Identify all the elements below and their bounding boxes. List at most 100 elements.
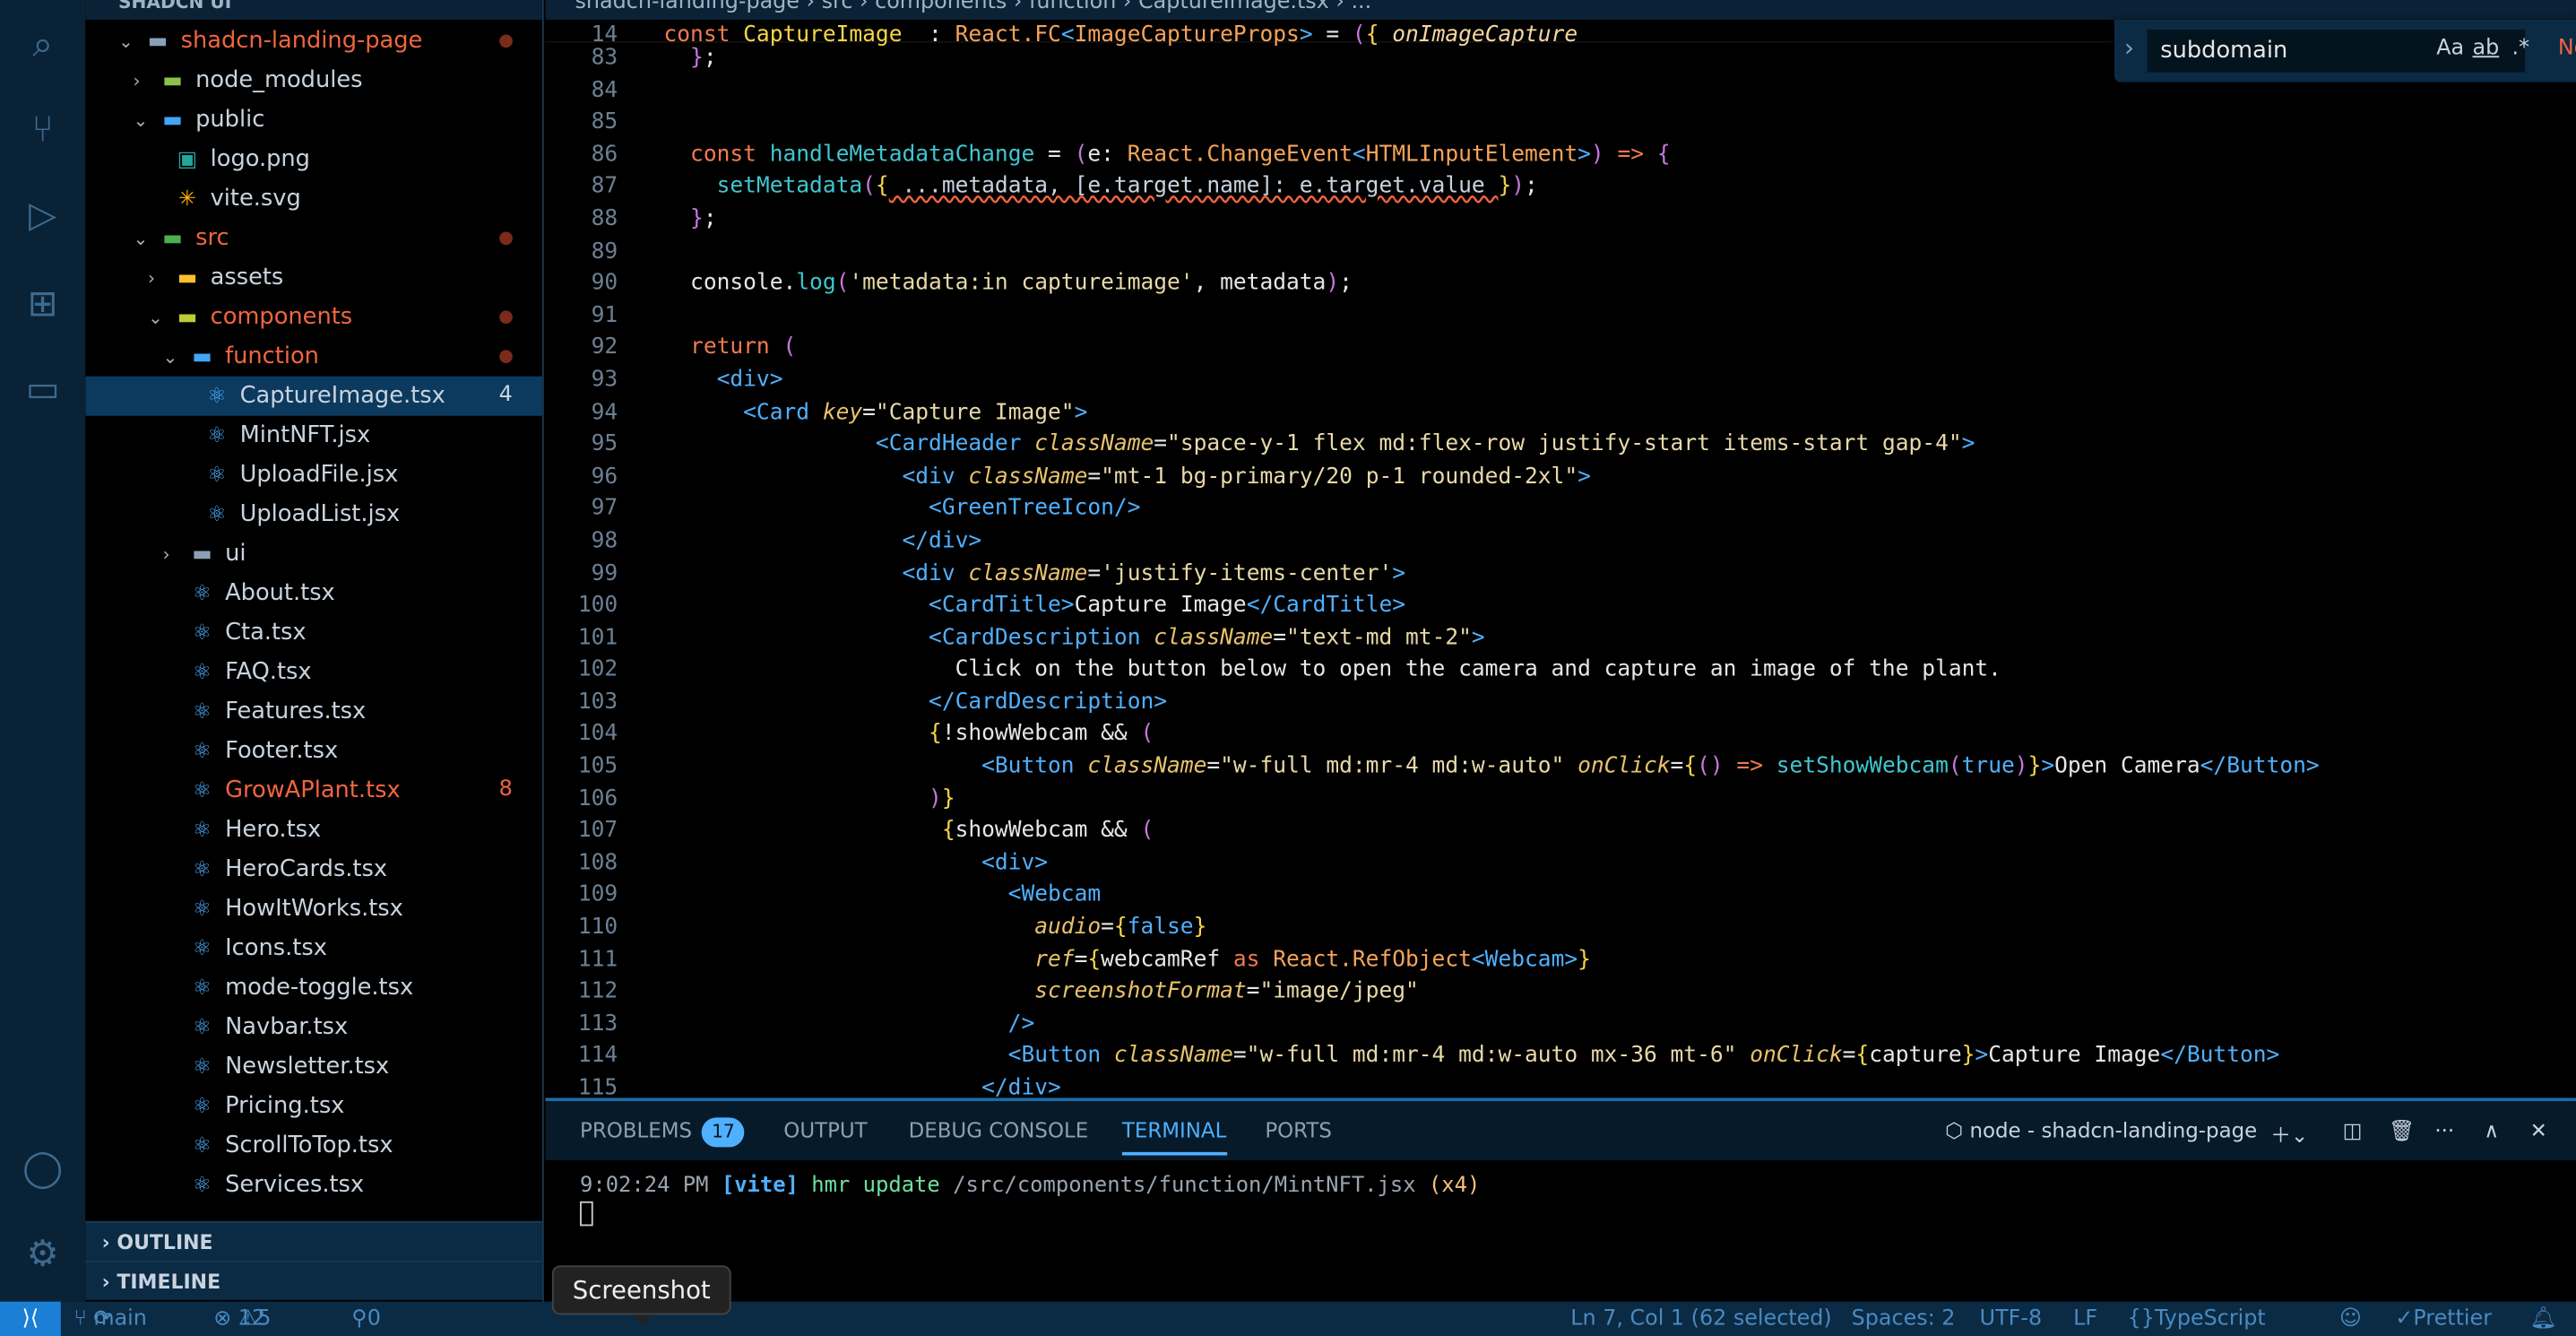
- gear-icon[interactable]: ⚙: [20, 1233, 65, 1279]
- language-mode[interactable]: {} TypeScript JSX: [2128, 1302, 2266, 1336]
- problems-indicator[interactable]: ⊗ 12 ⚠ 5: [213, 1302, 271, 1336]
- branch-indicator[interactable]: ⑂ main ⟳: [73, 1302, 146, 1336]
- remote-icon[interactable]: ⟩⟨: [0, 1301, 61, 1336]
- code-line[interactable]: 93 <div>: [546, 365, 2337, 397]
- tree-item[interactable]: ⚛ UploadList.jsx: [85, 495, 542, 534]
- tab-terminal[interactable]: TERMINAL: [1121, 1117, 1227, 1156]
- tree-item[interactable]: ⚛ Cta.tsx: [85, 613, 542, 653]
- close-panel-icon[interactable]: ✕: [2530, 1117, 2547, 1141]
- tree-item[interactable]: ⚛ HeroCards.tsx: [85, 850, 542, 889]
- tree-item[interactable]: › ▬ ui: [85, 534, 542, 574]
- encoding[interactable]: UTF-8: [1980, 1302, 2042, 1336]
- code-line[interactable]: 100 <CardTitle>Capture Image</CardTitle>: [546, 590, 2337, 622]
- code-line[interactable]: 107 {showWebcam && (: [546, 816, 2337, 848]
- code-line[interactable]: 112 screenshotFormat="image/jpeg": [546, 976, 2337, 1009]
- tree-item[interactable]: ⚛ HowItWorks.tsx: [85, 889, 542, 929]
- whole-word-button[interactable]: ab: [2473, 36, 2500, 60]
- indentation[interactable]: Spaces: 2: [1852, 1302, 1956, 1336]
- code-line[interactable]: 102 Click on the button below to open th…: [546, 655, 2337, 687]
- code-line[interactable]: 113 />: [546, 1009, 2337, 1041]
- code-line[interactable]: 99 <div className='justify-items-center'…: [546, 558, 2337, 590]
- tree-item[interactable]: ⚛ Icons.tsx: [85, 929, 542, 968]
- breadcrumb[interactable]: shadcn-landing-page › src › components ›…: [545, 0, 2576, 20]
- tree-item[interactable]: ⚛ FAQ.tsx: [85, 653, 542, 692]
- toggle-replace-icon[interactable]: ›: [2124, 33, 2134, 63]
- code-line[interactable]: 91: [546, 300, 2337, 333]
- regex-button[interactable]: .*: [2512, 36, 2530, 60]
- tab-debug-console[interactable]: DEBUG CONSOLE: [909, 1117, 1089, 1141]
- sticky-scroll-line[interactable]: 14 const CaptureImage : React.FC<ImageCap…: [545, 19, 2337, 48]
- code-line[interactable]: 106 )}: [546, 784, 2337, 816]
- code-editor[interactable]: shadcn-landing-page › src › components ›…: [545, 0, 2576, 1098]
- tree-item[interactable]: ⚛ UploadFile.jsx: [85, 455, 542, 495]
- code-line[interactable]: 97 <GreenTreeIcon/>: [546, 493, 2337, 525]
- code-line[interactable]: 85: [546, 107, 2337, 139]
- code-line[interactable]: 115 </div>: [546, 1073, 2337, 1098]
- terminal-selector[interactable]: ⬡ node - shadcn-landing-page: [1945, 1117, 2257, 1141]
- code-line[interactable]: 108 <div>: [546, 847, 2337, 880]
- code-line[interactable]: 83 };: [546, 43, 2337, 75]
- code-line[interactable]: 88 };: [546, 204, 2337, 236]
- tab-ports[interactable]: PORTS: [1265, 1117, 1332, 1141]
- line-ending[interactable]: LF: [2073, 1302, 2097, 1336]
- more-icon[interactable]: ···: [2434, 1117, 2454, 1141]
- search-icon[interactable]: ⌕: [20, 23, 65, 69]
- tree-item[interactable]: ⚛ GrowAPlant.tsx 8: [85, 771, 542, 811]
- find-input[interactable]: [2147, 29, 2526, 73]
- copilot-icon[interactable]: ☺: [2339, 1302, 2362, 1336]
- tree-item[interactable]: ⌄ ▬ public: [85, 100, 542, 140]
- prettier-status[interactable]: ✓ Prettier: [2395, 1302, 2492, 1336]
- new-terminal-icon[interactable]: ＋⌄: [2270, 1117, 2308, 1149]
- tree-item[interactable]: ⚛ Pricing.tsx: [85, 1087, 542, 1126]
- code-line[interactable]: 101 <CardDescription className="text-md …: [546, 622, 2337, 655]
- code-line[interactable]: 89: [546, 236, 2337, 268]
- tree-item[interactable]: ⚛ CaptureImage.tsx 4: [85, 376, 542, 416]
- tree-item[interactable]: ⌄ ▬ function: [85, 337, 542, 377]
- terminal-output[interactable]: 9:02:24 PM [vite] hmr update /src/compon…: [546, 1160, 2576, 1239]
- code-area[interactable]: 14 const CaptureImage : React.FC<ImageCap…: [545, 19, 2337, 1098]
- code-line[interactable]: 98 </div>: [546, 525, 2337, 558]
- code-line[interactable]: 87 setMetadata({ ...metadata, [e.target.…: [546, 171, 2337, 204]
- tree-item[interactable]: ⚛ Newsletter.tsx: [85, 1047, 542, 1087]
- code-line[interactable]: 96 <div className="mt-1 bg-primary/20 p-…: [546, 462, 2337, 494]
- tree-item[interactable]: ⚛ ScrollToTop.tsx: [85, 1126, 542, 1166]
- code-line[interactable]: 114 <Button className="w-full md:mr-4 md…: [546, 1041, 2337, 1073]
- code-line[interactable]: 86 const handleMetadataChange = (e: Reac…: [546, 139, 2337, 171]
- code-line[interactable]: 94 <Card key="Capture Image">: [546, 397, 2337, 429]
- code-line[interactable]: 92 return (: [546, 333, 2337, 365]
- tree-item[interactable]: ▣ logo.png: [85, 140, 542, 179]
- timeline-section[interactable]: › TIMELINE: [85, 1260, 542, 1300]
- tab-problems[interactable]: PROBLEMS 17: [580, 1117, 745, 1148]
- tree-item[interactable]: ⌄ ▬ src: [85, 219, 542, 258]
- code-line[interactable]: 105 <Button className="w-full md:mr-4 md…: [546, 751, 2337, 784]
- tree-item[interactable]: › ▬ assets: [85, 258, 542, 298]
- tab-output[interactable]: OUTPUT: [783, 1117, 867, 1141]
- tree-item[interactable]: ⚛ Hero.tsx: [85, 811, 542, 850]
- code-line[interactable]: 95 <CardHeader className="space-y-1 flex…: [546, 429, 2337, 462]
- run-debug-icon[interactable]: ▷: [20, 194, 65, 239]
- account-icon[interactable]: ◯: [20, 1147, 65, 1193]
- tree-item[interactable]: ✳ vite.svg: [85, 179, 542, 219]
- remote-explorer-icon[interactable]: ▭: [20, 369, 65, 414]
- tree-item[interactable]: ⚛ Features.tsx: [85, 692, 542, 732]
- tree-item[interactable]: ⚛ Navbar.tsx: [85, 1008, 542, 1047]
- code-line[interactable]: 111 ref={webcamRef as React.RefObject<We…: [546, 944, 2337, 976]
- extensions-icon[interactable]: ⊞: [20, 282, 65, 328]
- tree-item[interactable]: ⌄ ▬ components: [85, 298, 542, 337]
- cursor-position[interactable]: Ln 7, Col 1 (62 selected): [1570, 1302, 1831, 1336]
- source-control-icon[interactable]: ⑂: [20, 108, 65, 154]
- code-line[interactable]: 103 </CardDescription>: [546, 687, 2337, 719]
- trash-icon[interactable]: 🗑: [2389, 1117, 2415, 1143]
- tree-item[interactable]: ⌄ ▬ shadcn-landing-page: [85, 22, 542, 61]
- tree-item[interactable]: › ▬ node_modules: [85, 61, 542, 100]
- notifications-icon[interactable]: 🔔︎: [2530, 1302, 2557, 1336]
- code-line[interactable]: 104 {!showWebcam && (: [546, 719, 2337, 751]
- match-case-button[interactable]: Aa: [2436, 36, 2464, 60]
- code-line[interactable]: 84: [546, 75, 2337, 108]
- tree-item[interactable]: ⚛ mode-toggle.tsx: [85, 968, 542, 1008]
- outline-section[interactable]: › OUTLINE: [85, 1220, 542, 1261]
- code-line[interactable]: 90 console.log('metadata:in captureimage…: [546, 268, 2337, 300]
- code-line[interactable]: 110 audio={false}: [546, 912, 2337, 944]
- tree-item[interactable]: ⚛ Footer.tsx: [85, 732, 542, 771]
- tree-item[interactable]: ⚛ Services.tsx: [85, 1166, 542, 1205]
